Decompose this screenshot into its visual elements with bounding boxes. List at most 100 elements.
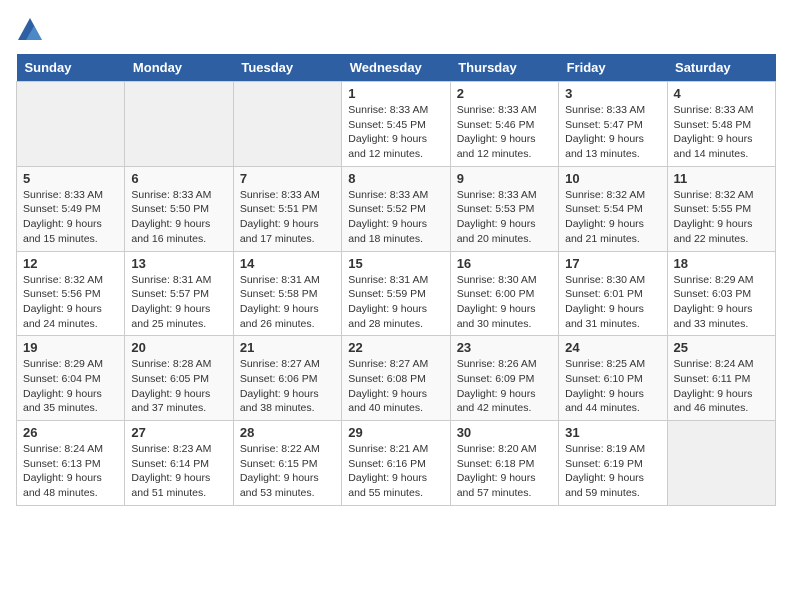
day-detail: Sunrise: 8:23 AM Sunset: 6:14 PM Dayligh… bbox=[131, 442, 226, 501]
week-row-4: 19 Sunrise: 8:29 AM Sunset: 6:04 PM Dayli… bbox=[17, 336, 776, 421]
day-cell: 10 Sunrise: 8:32 AM Sunset: 5:54 PM Dayli… bbox=[559, 166, 667, 251]
day-number: 7 bbox=[240, 171, 335, 186]
day-detail: Sunrise: 8:33 AM Sunset: 5:51 PM Dayligh… bbox=[240, 188, 335, 247]
day-cell: 25 Sunrise: 8:24 AM Sunset: 6:11 PM Dayli… bbox=[667, 336, 775, 421]
day-number: 18 bbox=[674, 256, 769, 271]
day-detail: Sunrise: 8:33 AM Sunset: 5:49 PM Dayligh… bbox=[23, 188, 118, 247]
day-cell: 29Sunrise: 8:21 AM Sunset: 6:16 PM Dayli… bbox=[342, 421, 450, 506]
day-number: 9 bbox=[457, 171, 552, 186]
day-number: 3 bbox=[565, 86, 660, 101]
day-cell: 12Sunrise: 8:32 AM Sunset: 5:56 PM Dayli… bbox=[17, 251, 125, 336]
day-cell: 26 Sunrise: 8:24 AM Sunset: 6:13 PM Dayli… bbox=[17, 421, 125, 506]
day-cell: 16 Sunrise: 8:30 AM Sunset: 6:00 PM Dayli… bbox=[450, 251, 558, 336]
day-cell: 7 Sunrise: 8:33 AM Sunset: 5:51 PM Daylig… bbox=[233, 166, 341, 251]
day-cell: 31 Sunrise: 8:19 AM Sunset: 6:19 PM Dayli… bbox=[559, 421, 667, 506]
day-number: 21 bbox=[240, 340, 335, 355]
day-cell: 19 Sunrise: 8:29 AM Sunset: 6:04 PM Dayli… bbox=[17, 336, 125, 421]
day-detail: Sunrise: 8:31 AM Sunset: 5:58 PM Dayligh… bbox=[240, 273, 335, 332]
day-cell: 15Sunrise: 8:31 AM Sunset: 5:59 PM Dayli… bbox=[342, 251, 450, 336]
day-detail: Sunrise: 8:33 AM Sunset: 5:50 PM Dayligh… bbox=[131, 188, 226, 247]
calendar-body: 1Sunrise: 8:33 AM Sunset: 5:45 PM Daylig… bbox=[17, 82, 776, 506]
week-row-1: 1Sunrise: 8:33 AM Sunset: 5:45 PM Daylig… bbox=[17, 82, 776, 167]
day-number: 2 bbox=[457, 86, 552, 101]
day-detail: Sunrise: 8:33 AM Sunset: 5:46 PM Dayligh… bbox=[457, 103, 552, 162]
day-number: 4 bbox=[674, 86, 769, 101]
day-detail: Sunrise: 8:19 AM Sunset: 6:19 PM Dayligh… bbox=[565, 442, 660, 501]
day-number: 8 bbox=[348, 171, 443, 186]
day-detail: Sunrise: 8:33 AM Sunset: 5:53 PM Dayligh… bbox=[457, 188, 552, 247]
week-row-2: 5Sunrise: 8:33 AM Sunset: 5:49 PM Daylig… bbox=[17, 166, 776, 251]
day-cell: 22 Sunrise: 8:27 AM Sunset: 6:08 PM Dayli… bbox=[342, 336, 450, 421]
day-number: 28 bbox=[240, 425, 335, 440]
day-number: 14 bbox=[240, 256, 335, 271]
day-detail: Sunrise: 8:24 AM Sunset: 6:11 PM Dayligh… bbox=[674, 357, 769, 416]
header-cell-thursday: Thursday bbox=[450, 54, 558, 82]
day-number: 24 bbox=[565, 340, 660, 355]
day-cell: 28 Sunrise: 8:22 AM Sunset: 6:15 PM Dayli… bbox=[233, 421, 341, 506]
day-detail: Sunrise: 8:32 AM Sunset: 5:54 PM Dayligh… bbox=[565, 188, 660, 247]
day-cell: 20Sunrise: 8:28 AM Sunset: 6:05 PM Dayli… bbox=[125, 336, 233, 421]
day-number: 13 bbox=[131, 256, 226, 271]
header-cell-sunday: Sunday bbox=[17, 54, 125, 82]
header-cell-saturday: Saturday bbox=[667, 54, 775, 82]
week-row-5: 26 Sunrise: 8:24 AM Sunset: 6:13 PM Dayli… bbox=[17, 421, 776, 506]
day-cell: 27 Sunrise: 8:23 AM Sunset: 6:14 PM Dayli… bbox=[125, 421, 233, 506]
week-row-3: 12Sunrise: 8:32 AM Sunset: 5:56 PM Dayli… bbox=[17, 251, 776, 336]
page-header bbox=[16, 16, 776, 44]
day-detail: Sunrise: 8:27 AM Sunset: 6:08 PM Dayligh… bbox=[348, 357, 443, 416]
day-cell: 1Sunrise: 8:33 AM Sunset: 5:45 PM Daylig… bbox=[342, 82, 450, 167]
day-cell: 9 Sunrise: 8:33 AM Sunset: 5:53 PM Daylig… bbox=[450, 166, 558, 251]
day-number: 11 bbox=[674, 171, 769, 186]
day-detail: Sunrise: 8:33 AM Sunset: 5:52 PM Dayligh… bbox=[348, 188, 443, 247]
day-cell: 13Sunrise: 8:31 AM Sunset: 5:57 PM Dayli… bbox=[125, 251, 233, 336]
day-detail: Sunrise: 8:24 AM Sunset: 6:13 PM Dayligh… bbox=[23, 442, 118, 501]
day-detail: Sunrise: 8:20 AM Sunset: 6:18 PM Dayligh… bbox=[457, 442, 552, 501]
day-cell: 23 Sunrise: 8:26 AM Sunset: 6:09 PM Dayli… bbox=[450, 336, 558, 421]
day-number: 16 bbox=[457, 256, 552, 271]
day-number: 10 bbox=[565, 171, 660, 186]
day-detail: Sunrise: 8:29 AM Sunset: 6:04 PM Dayligh… bbox=[23, 357, 118, 416]
header-cell-tuesday: Tuesday bbox=[233, 54, 341, 82]
day-cell: 18 Sunrise: 8:29 AM Sunset: 6:03 PM Dayli… bbox=[667, 251, 775, 336]
day-cell: 6 Sunrise: 8:33 AM Sunset: 5:50 PM Daylig… bbox=[125, 166, 233, 251]
day-detail: Sunrise: 8:33 AM Sunset: 5:45 PM Dayligh… bbox=[348, 103, 443, 162]
day-detail: Sunrise: 8:33 AM Sunset: 5:48 PM Dayligh… bbox=[674, 103, 769, 162]
day-number: 26 bbox=[23, 425, 118, 440]
logo bbox=[16, 16, 46, 44]
header-row: SundayMondayTuesdayWednesdayThursdayFrid… bbox=[17, 54, 776, 82]
day-number: 20 bbox=[131, 340, 226, 355]
day-detail: Sunrise: 8:31 AM Sunset: 5:59 PM Dayligh… bbox=[348, 273, 443, 332]
day-cell: 4 Sunrise: 8:33 AM Sunset: 5:48 PM Daylig… bbox=[667, 82, 775, 167]
day-number: 27 bbox=[131, 425, 226, 440]
day-detail: Sunrise: 8:26 AM Sunset: 6:09 PM Dayligh… bbox=[457, 357, 552, 416]
day-number: 19 bbox=[23, 340, 118, 355]
day-detail: Sunrise: 8:27 AM Sunset: 6:06 PM Dayligh… bbox=[240, 357, 335, 416]
day-number: 31 bbox=[565, 425, 660, 440]
day-detail: Sunrise: 8:32 AM Sunset: 5:55 PM Dayligh… bbox=[674, 188, 769, 247]
day-cell bbox=[125, 82, 233, 167]
header-cell-monday: Monday bbox=[125, 54, 233, 82]
day-number: 6 bbox=[131, 171, 226, 186]
day-cell: 30Sunrise: 8:20 AM Sunset: 6:18 PM Dayli… bbox=[450, 421, 558, 506]
day-detail: Sunrise: 8:21 AM Sunset: 6:16 PM Dayligh… bbox=[348, 442, 443, 501]
day-cell bbox=[17, 82, 125, 167]
header-cell-wednesday: Wednesday bbox=[342, 54, 450, 82]
day-cell: 21 Sunrise: 8:27 AM Sunset: 6:06 PM Dayli… bbox=[233, 336, 341, 421]
day-number: 23 bbox=[457, 340, 552, 355]
day-detail: Sunrise: 8:29 AM Sunset: 6:03 PM Dayligh… bbox=[674, 273, 769, 332]
day-cell bbox=[233, 82, 341, 167]
day-cell: 8 Sunrise: 8:33 AM Sunset: 5:52 PM Daylig… bbox=[342, 166, 450, 251]
calendar-header: SundayMondayTuesdayWednesdayThursdayFrid… bbox=[17, 54, 776, 82]
logo-icon bbox=[16, 16, 44, 44]
day-cell: 3 Sunrise: 8:33 AM Sunset: 5:47 PM Daylig… bbox=[559, 82, 667, 167]
day-cell: 14 Sunrise: 8:31 AM Sunset: 5:58 PM Dayli… bbox=[233, 251, 341, 336]
day-number: 25 bbox=[674, 340, 769, 355]
day-detail: Sunrise: 8:32 AM Sunset: 5:56 PM Dayligh… bbox=[23, 273, 118, 332]
day-number: 22 bbox=[348, 340, 443, 355]
day-cell: 5Sunrise: 8:33 AM Sunset: 5:49 PM Daylig… bbox=[17, 166, 125, 251]
day-detail: Sunrise: 8:33 AM Sunset: 5:47 PM Dayligh… bbox=[565, 103, 660, 162]
day-detail: Sunrise: 8:22 AM Sunset: 6:15 PM Dayligh… bbox=[240, 442, 335, 501]
day-detail: Sunrise: 8:30 AM Sunset: 6:00 PM Dayligh… bbox=[457, 273, 552, 332]
calendar-table: SundayMondayTuesdayWednesdayThursdayFrid… bbox=[16, 54, 776, 506]
day-cell: 2 Sunrise: 8:33 AM Sunset: 5:46 PM Daylig… bbox=[450, 82, 558, 167]
